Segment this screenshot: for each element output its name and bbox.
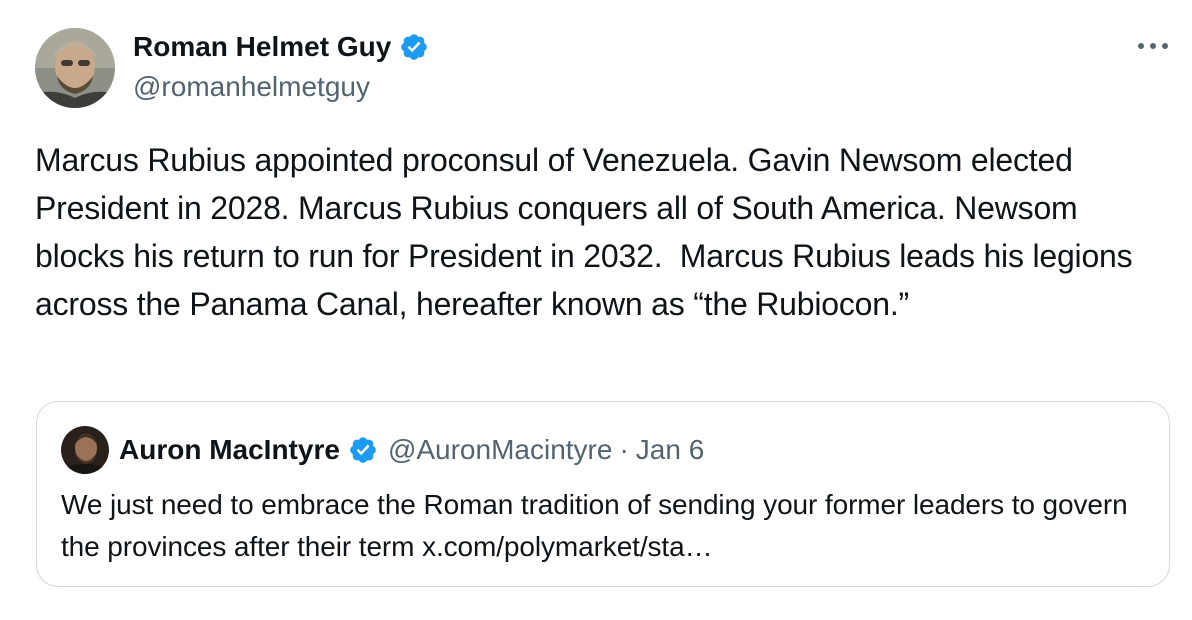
quoted-tweet-date[interactable]: Jan 6 bbox=[636, 432, 705, 468]
quoted-tweet-header: Auron MacIntyre @AuronMacintyre · Jan 6 bbox=[119, 432, 704, 468]
author-name-text[interactable]: Roman Helmet Guy bbox=[133, 30, 391, 64]
quoted-tweet-card[interactable]: Auron MacIntyre @AuronMacintyre · Jan 6 … bbox=[36, 401, 1170, 587]
tweet-text: Marcus Rubius appointed proconsul of Ven… bbox=[35, 142, 1142, 322]
author-avatar[interactable] bbox=[35, 28, 115, 108]
tweet: Roman Helmet Guy @romanhelmetguy Marcus … bbox=[0, 0, 1192, 620]
ellipsis-icon[interactable] bbox=[1136, 36, 1170, 56]
verified-badge-icon bbox=[350, 437, 376, 463]
author-handle[interactable]: @romanhelmetguy bbox=[133, 70, 370, 104]
author-name[interactable]: Roman Helmet Guy bbox=[133, 30, 429, 64]
quoted-author-avatar[interactable] bbox=[61, 426, 109, 474]
quoted-tweet-text: We just need to embrace the Roman tradit… bbox=[61, 484, 1141, 568]
separator-dot: · bbox=[619, 434, 629, 465]
quoted-tweet-link[interactable]: x.com/polymarket/sta… bbox=[422, 531, 713, 562]
quoted-author-handle[interactable]: @AuronMacintyre bbox=[388, 432, 613, 468]
quoted-author-name[interactable]: Auron MacIntyre bbox=[119, 432, 340, 468]
verified-badge-icon bbox=[401, 34, 428, 60]
